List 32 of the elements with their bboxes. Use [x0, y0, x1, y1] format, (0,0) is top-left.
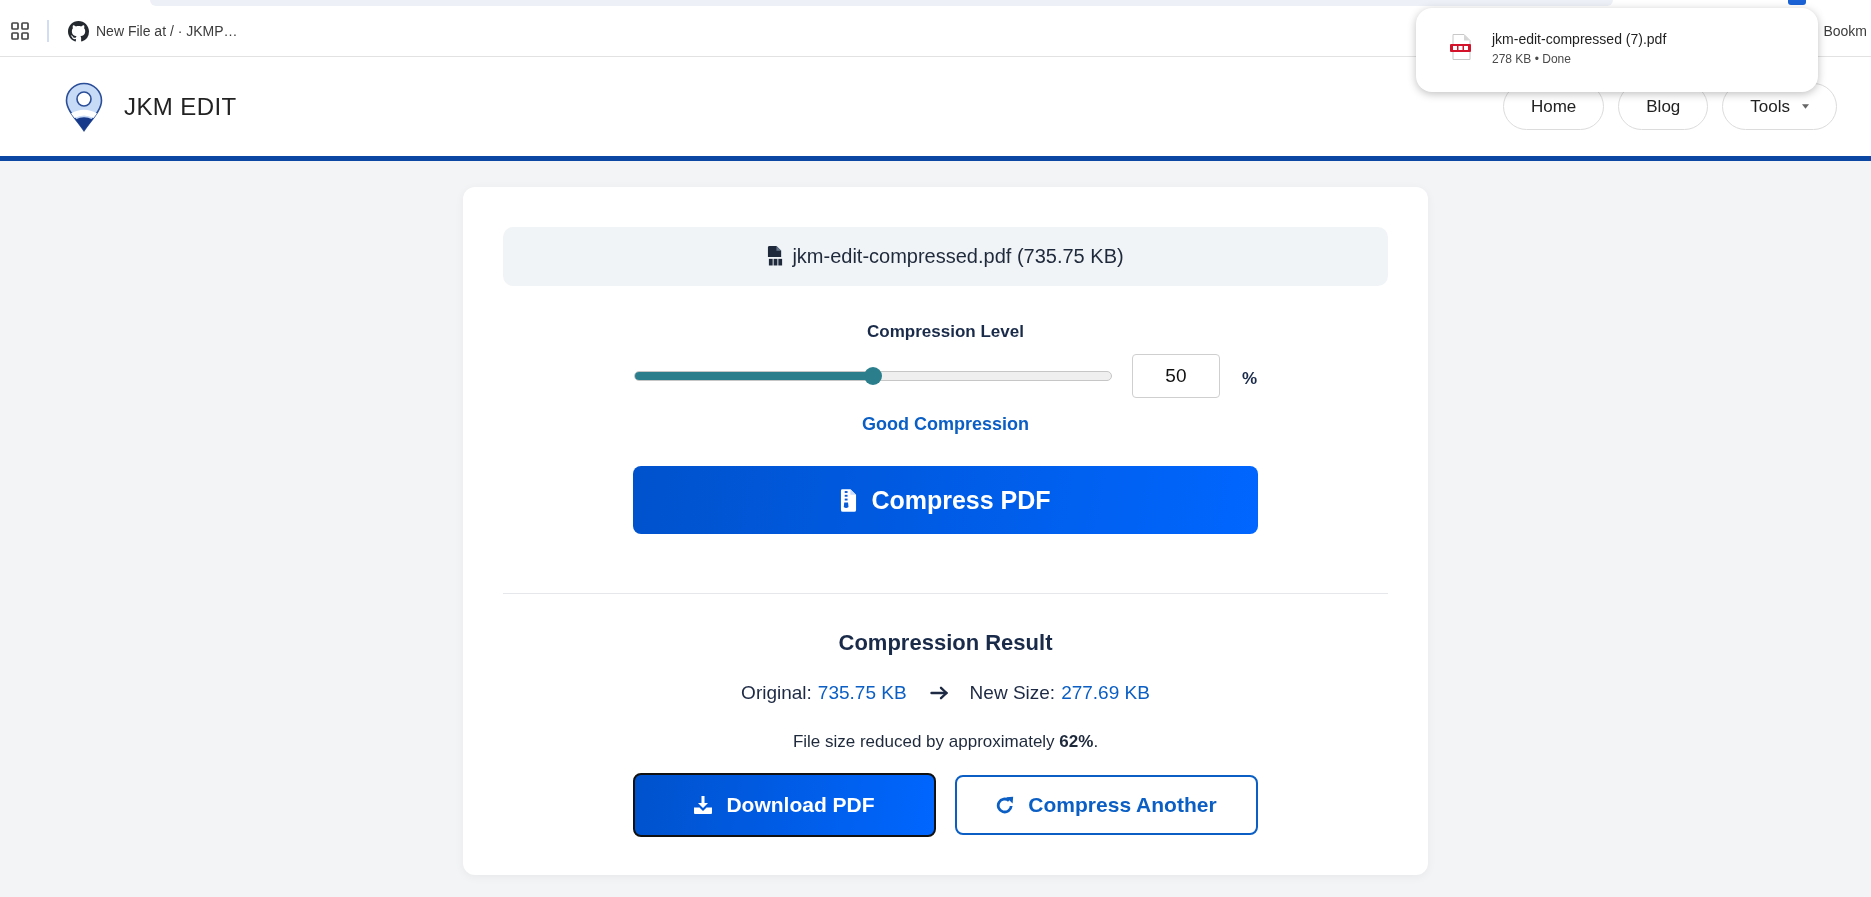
- download-pdf-button[interactable]: Download PDF: [633, 773, 936, 837]
- arrow-right-icon: [929, 686, 949, 700]
- apps-grid-icon[interactable]: [11, 22, 29, 40]
- compress-pdf-button[interactable]: Compress PDF: [633, 466, 1258, 534]
- original-size-label: Original:: [741, 681, 812, 705]
- map-pin-icon: [65, 81, 103, 132]
- brand-name: JKM EDIT: [124, 92, 237, 121]
- download-popup[interactable]: jkm-edit-compressed (7).pdf 278 KB • Done: [1416, 8, 1818, 92]
- original-size-value: 735.75 KB: [817, 681, 907, 705]
- file-name: jkm-edit-compressed.pdf (735.75 KB): [792, 245, 1124, 268]
- download-file-name: jkm-edit-compressed (7).pdf: [1492, 30, 1667, 47]
- favicon-icon: [68, 20, 89, 42]
- percent-input[interactable]: 50: [1131, 354, 1220, 398]
- reduction-summary: File size reduced by approximately 62%.: [792, 731, 1099, 753]
- download-icon: [694, 796, 713, 814]
- percent-unit-label: %: [1241, 369, 1258, 389]
- zip-file-icon: [840, 488, 858, 512]
- pdf-file-icon: [1450, 34, 1472, 60]
- slider-thumb[interactable]: [863, 367, 882, 385]
- bookmark-item[interactable]: New File at / · JKMP…: [68, 20, 238, 42]
- new-size-value: 277.69 KB: [1061, 681, 1150, 705]
- toolbar-icon[interactable]: [1788, 0, 1806, 5]
- compress-another-button[interactable]: Compress Another: [955, 775, 1258, 835]
- pdf-file-icon: [767, 246, 785, 267]
- caret-icon: [1802, 104, 1809, 109]
- compression-level-label: Compression Level: [867, 322, 1024, 342]
- download-status: 278 KB • Done: [1492, 51, 1572, 66]
- new-size-label: New Size:: [969, 681, 1056, 705]
- result-title: Compression Result: [838, 630, 1053, 656]
- bookmark-item[interactable]: Bookm: [1823, 23, 1867, 39]
- compression-quality-label: Good Compression: [862, 414, 1029, 434]
- refresh-icon: [996, 796, 1015, 814]
